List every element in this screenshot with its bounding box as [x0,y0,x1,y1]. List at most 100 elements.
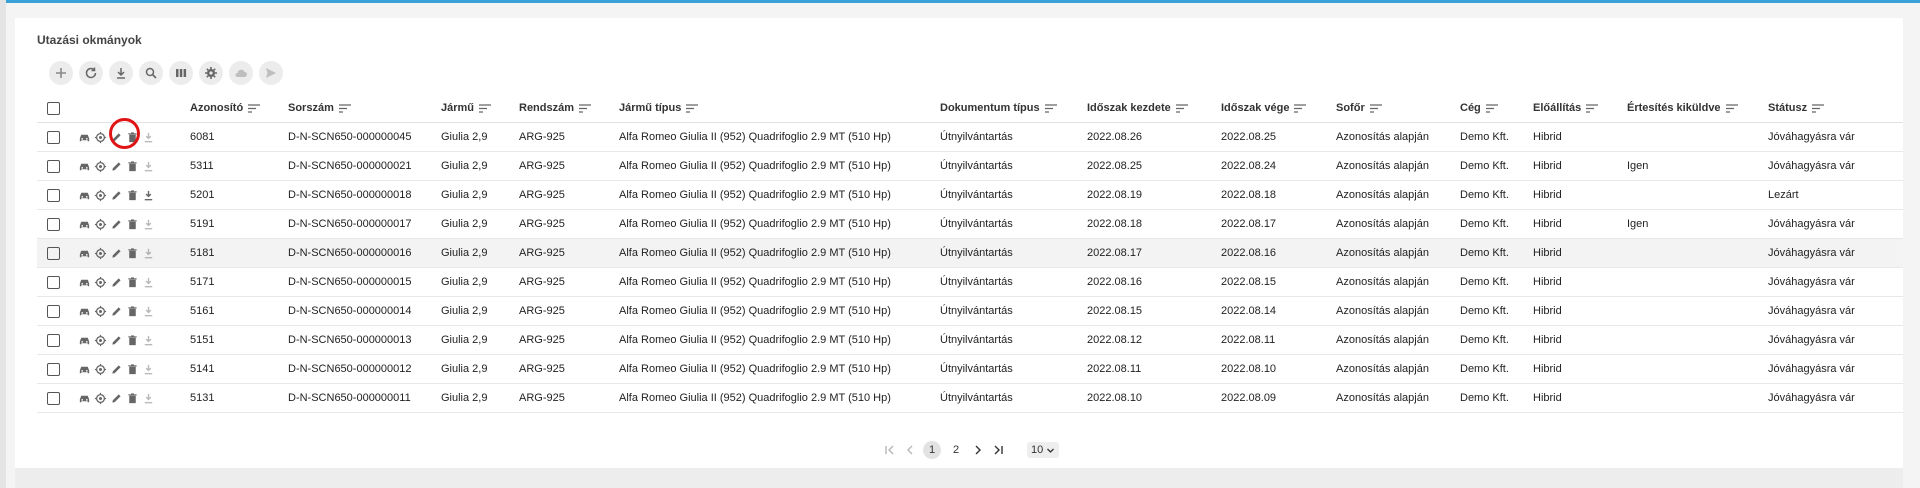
location-icon[interactable] [93,333,107,347]
car-icon[interactable] [77,333,91,347]
table-row[interactable]: 5201 D-N-SCN650-000000018 Giulia 2,9 ARG-92… [37,180,1903,210]
delete-icon[interactable] [125,159,139,173]
delete-icon[interactable] [125,275,139,289]
col-sorszam[interactable]: Sorszám [288,94,441,123]
download-icon[interactable] [141,391,155,405]
cloud-button[interactable] [229,61,253,85]
col-azonosito[interactable]: Azonosító [190,94,288,123]
col-idoszak-kezdete[interactable]: Időszak kezdete [1087,94,1221,123]
row-checkbox[interactable] [47,275,60,289]
add-button[interactable] [49,61,73,85]
location-icon[interactable] [93,217,107,231]
download-icon[interactable] [141,217,155,231]
download-icon[interactable] [141,246,155,260]
settings-button[interactable] [199,61,223,85]
edit-icon[interactable] [109,333,123,347]
car-icon[interactable] [77,275,91,289]
delete-icon[interactable] [125,333,139,347]
sort-icon[interactable] [1294,103,1307,113]
sort-icon[interactable] [686,103,699,113]
first-page-icon[interactable] [883,443,897,457]
sort-icon[interactable] [1044,103,1057,113]
car-icon[interactable] [77,304,91,318]
location-icon[interactable] [93,130,107,144]
col-statusz[interactable]: Státusz [1768,94,1903,123]
location-icon[interactable] [93,304,107,318]
edit-icon[interactable] [109,391,123,405]
car-icon[interactable] [77,217,91,231]
next-page-icon[interactable] [971,443,985,457]
send-button[interactable] [259,61,283,85]
page-1[interactable]: 1 [923,441,941,459]
select-all-checkbox[interactable] [47,101,60,115]
col-jarmu-tipus[interactable]: Jármű típus [619,94,940,123]
table-row[interactable]: 5171 D-N-SCN650-000000015 Giulia 2,9 ARG-92… [37,267,1903,297]
table-row[interactable]: 5151 D-N-SCN650-000000013 Giulia 2,9 ARG-92… [37,325,1903,355]
columns-button[interactable] [169,61,193,85]
prev-page-icon[interactable] [903,443,917,457]
edit-icon[interactable] [109,304,123,318]
sort-icon[interactable] [1812,103,1825,113]
row-checkbox[interactable] [47,391,60,405]
refresh-button[interactable] [79,61,103,85]
delete-icon[interactable] [125,246,139,260]
page-size-select[interactable]: 10 [1027,442,1060,458]
location-icon[interactable] [93,362,107,376]
col-rendszam[interactable]: Rendszám [519,94,619,123]
download-icon[interactable] [141,304,155,318]
location-icon[interactable] [93,188,107,202]
col-idoszak-vege[interactable]: Időszak vége [1221,94,1336,123]
sort-icon[interactable] [479,103,492,113]
edit-icon[interactable] [109,362,123,376]
delete-icon[interactable] [125,391,139,405]
edit-icon[interactable] [109,246,123,260]
sort-icon[interactable] [338,103,351,113]
sort-icon[interactable] [579,103,592,113]
col-eloallitas[interactable]: Előállítás [1533,94,1627,123]
col-ertesites[interactable]: Értesítés kiküldve [1627,94,1768,123]
edit-icon[interactable] [109,188,123,202]
page-2[interactable]: 2 [947,441,965,459]
last-page-icon[interactable] [991,443,1005,457]
download-icon[interactable] [141,275,155,289]
sort-icon[interactable] [1586,103,1599,113]
delete-icon[interactable] [125,362,139,376]
sort-icon[interactable] [1369,103,1382,113]
row-checkbox[interactable] [47,188,60,202]
col-dokumentum-tipus[interactable]: Dokumentum típus [940,94,1087,123]
table-row[interactable]: 5141 D-N-SCN650-000000012 Giulia 2,9 ARG-92… [37,354,1903,384]
download-icon[interactable] [141,188,155,202]
col-ceg[interactable]: Cég [1460,94,1533,123]
delete-icon[interactable] [125,188,139,202]
sort-icon[interactable] [248,103,261,113]
edit-icon[interactable] [109,159,123,173]
car-icon[interactable] [77,130,91,144]
col-jarmu[interactable]: Jármű [441,94,519,123]
table-row[interactable]: 5191 D-N-SCN650-000000017 Giulia 2,9 ARG-92… [37,209,1903,239]
car-icon[interactable] [77,246,91,260]
car-icon[interactable] [77,362,91,376]
delete-icon[interactable] [125,304,139,318]
location-icon[interactable] [93,159,107,173]
table-row[interactable]: 5311 D-N-SCN650-000000021 Giulia 2,9 ARG-92… [37,151,1903,181]
edit-icon[interactable] [109,217,123,231]
search-button[interactable] [139,61,163,85]
col-sofor[interactable]: Sofőr [1336,94,1460,123]
download-icon[interactable] [141,159,155,173]
download-icon[interactable] [141,130,155,144]
car-icon[interactable] [77,159,91,173]
table-row[interactable]: 5131 D-N-SCN650-000000011 Giulia 2,9 ARG-92… [37,383,1903,413]
row-checkbox[interactable] [47,159,60,173]
delete-icon[interactable] [125,217,139,231]
row-checkbox[interactable] [47,304,60,318]
location-icon[interactable] [93,275,107,289]
row-checkbox[interactable] [47,130,60,144]
location-icon[interactable] [93,391,107,405]
download-icon[interactable] [141,362,155,376]
car-icon[interactable] [77,188,91,202]
row-checkbox[interactable] [47,362,60,376]
table-row[interactable]: 5161 D-N-SCN650-000000014 Giulia 2,9 ARG-92… [37,296,1903,326]
location-icon[interactable] [93,246,107,260]
sort-icon[interactable] [1175,103,1188,113]
table-row[interactable]: 5181 D-N-SCN650-000000016 Giulia 2,9 ARG-92… [37,238,1903,268]
